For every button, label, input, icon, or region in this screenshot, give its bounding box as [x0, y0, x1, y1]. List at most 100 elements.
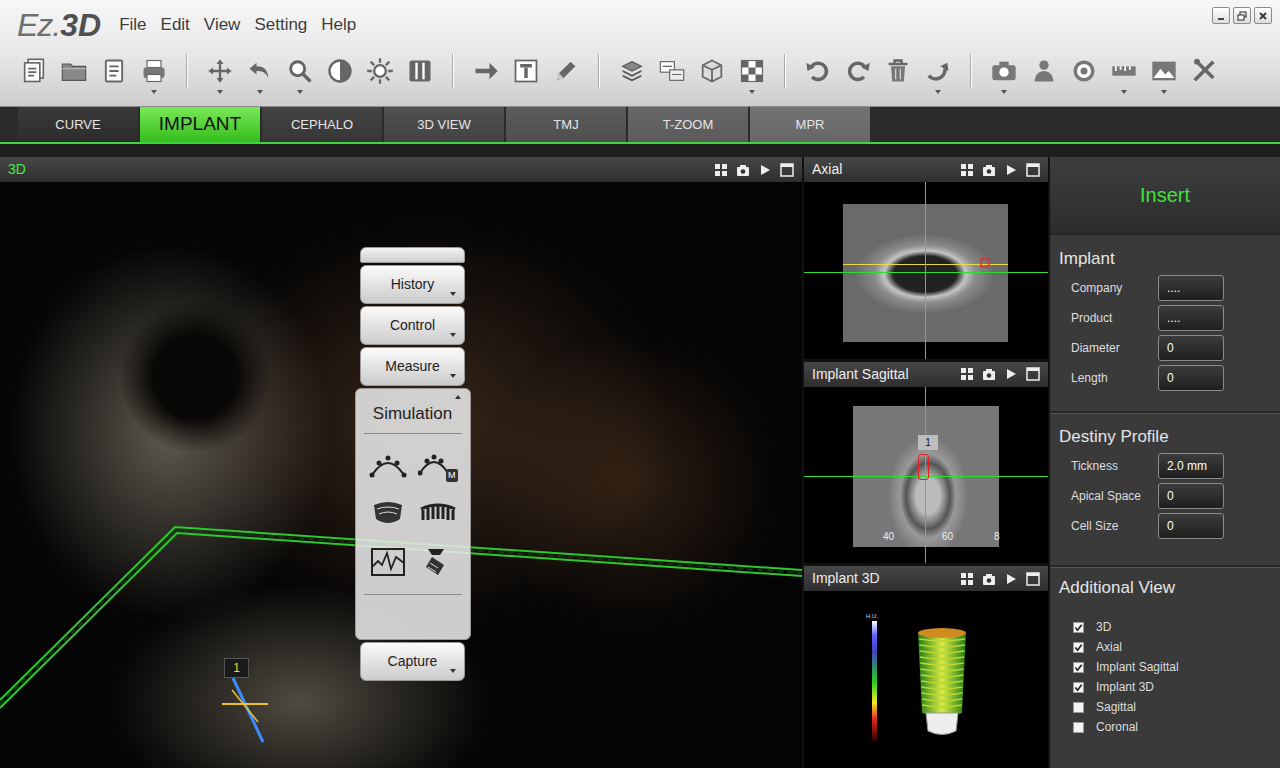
- view-checkbox-row[interactable]: Coronal: [1059, 717, 1271, 737]
- dropdown-arrow-icon[interactable]: [749, 90, 755, 94]
- checkbox[interactable]: [1073, 682, 1084, 693]
- play-icon[interactable]: [1004, 367, 1018, 381]
- layout-icon[interactable]: [960, 367, 974, 381]
- checkbox[interactable]: [1073, 642, 1084, 653]
- volume-render[interactable]: 1HistoryControlMeasureSimulationMCapture: [0, 182, 802, 768]
- tool-group-button[interactable]: History: [360, 265, 465, 304]
- toolbar-button[interactable]: [404, 55, 436, 87]
- view-tab[interactable]: CURVE: [18, 107, 138, 142]
- property-field[interactable]: ....: [1158, 305, 1224, 331]
- camera-icon[interactable]: [982, 367, 996, 381]
- toolbar-button[interactable]: [922, 55, 954, 87]
- toolbar-button[interactable]: [1108, 55, 1140, 87]
- toolbar-button[interactable]: [244, 55, 276, 87]
- toolbar-button[interactable]: [1188, 55, 1220, 87]
- view-tab[interactable]: IMPLANT: [140, 107, 260, 142]
- implant-label[interactable]: 1: [918, 435, 938, 450]
- menu-item[interactable]: Edit: [161, 12, 190, 38]
- layout-icon[interactable]: [714, 163, 728, 177]
- toolbar-button[interactable]: [98, 55, 130, 87]
- property-field[interactable]: 2.0 mm: [1158, 453, 1224, 479]
- toolbar-button[interactable]: [736, 55, 768, 87]
- property-field[interactable]: ....: [1158, 275, 1224, 301]
- toolbar-button[interactable]: [802, 55, 834, 87]
- checkbox[interactable]: [1073, 702, 1084, 713]
- toolbar-button[interactable]: [1028, 55, 1060, 87]
- view-checkbox-row[interactable]: Sagittal: [1059, 697, 1271, 717]
- toolbar-button[interactable]: [510, 55, 542, 87]
- view-checkbox-row[interactable]: Implant 3D: [1059, 677, 1271, 697]
- simulation-tool[interactable]: M: [416, 446, 460, 484]
- dropdown-arrow-icon[interactable]: [297, 90, 303, 94]
- play-icon[interactable]: [1004, 572, 1018, 586]
- checkbox[interactable]: [1073, 722, 1084, 733]
- sagittal-image[interactable]: 406081: [804, 387, 1048, 564]
- implant-3d-render[interactable]: H.U.: [804, 591, 1048, 768]
- menu-item[interactable]: Setting: [254, 12, 307, 38]
- collapse-arrow-icon[interactable]: [455, 395, 461, 399]
- maximize-icon[interactable]: [780, 163, 794, 177]
- property-field[interactable]: 0: [1158, 335, 1224, 361]
- dropdown-arrow-icon[interactable]: [1001, 90, 1007, 94]
- camera-icon[interactable]: [982, 572, 996, 586]
- dropdown-arrow-icon[interactable]: [151, 90, 157, 94]
- toolbar-button[interactable]: [696, 55, 728, 87]
- restore-button[interactable]: [1233, 7, 1251, 24]
- menu-item[interactable]: Help: [321, 12, 356, 38]
- toolbar-button[interactable]: [616, 55, 648, 87]
- layout-icon[interactable]: [960, 163, 974, 177]
- toolbar-button[interactable]: [470, 55, 502, 87]
- simulation-tool[interactable]: [416, 494, 460, 532]
- maximize-icon[interactable]: [1026, 572, 1040, 586]
- property-field[interactable]: 0: [1158, 365, 1224, 391]
- toolbar-button[interactable]: [1068, 55, 1100, 87]
- minimize-button[interactable]: [1212, 7, 1230, 24]
- axial-image[interactable]: [804, 182, 1048, 359]
- view-tab[interactable]: MPR: [750, 107, 870, 142]
- menu-handle[interactable]: [360, 247, 465, 263]
- toolbar-button[interactable]: [58, 55, 90, 87]
- view-checkbox-row[interactable]: 3D: [1059, 617, 1271, 637]
- dropdown-arrow-icon[interactable]: [257, 90, 263, 94]
- view-checkbox-row[interactable]: Implant Sagittal: [1059, 657, 1271, 677]
- close-button[interactable]: [1254, 7, 1272, 24]
- maximize-icon[interactable]: [1026, 163, 1040, 177]
- menu-item[interactable]: View: [204, 12, 241, 38]
- toolbar-button[interactable]: [656, 55, 688, 87]
- toolbar-button[interactable]: [324, 55, 356, 87]
- menu-item[interactable]: File: [119, 12, 146, 38]
- simulation-tool[interactable]: [366, 446, 410, 484]
- toolbar-button[interactable]: [18, 55, 50, 87]
- toolbar-button[interactable]: [842, 55, 874, 87]
- property-field[interactable]: 0: [1158, 483, 1224, 509]
- toolbar-button[interactable]: [550, 55, 582, 87]
- checkbox[interactable]: [1073, 662, 1084, 673]
- toolbar-button[interactable]: [204, 55, 236, 87]
- camera-icon[interactable]: [982, 163, 996, 177]
- toolbar-button[interactable]: [284, 55, 316, 87]
- play-icon[interactable]: [758, 163, 772, 177]
- view-tab[interactable]: T-ZOOM: [628, 107, 748, 142]
- toolbar-button[interactable]: [364, 55, 396, 87]
- simulation-tool[interactable]: [366, 494, 410, 532]
- layout-icon[interactable]: [960, 572, 974, 586]
- view-tab[interactable]: CEPHALO: [262, 107, 382, 142]
- dropdown-arrow-icon[interactable]: [1121, 90, 1127, 94]
- dropdown-arrow-icon[interactable]: [935, 90, 941, 94]
- toolbar-button[interactable]: [882, 55, 914, 87]
- simulation-tool[interactable]: [366, 542, 410, 580]
- tool-group-title[interactable]: Simulation: [364, 389, 462, 434]
- play-icon[interactable]: [1004, 163, 1018, 177]
- property-field[interactable]: 0: [1158, 513, 1224, 539]
- tool-group-button[interactable]: Capture: [360, 642, 465, 681]
- toolbar-button[interactable]: [138, 55, 170, 87]
- view-tab[interactable]: 3D VIEW: [384, 107, 504, 142]
- insert-button[interactable]: Insert: [1050, 157, 1280, 235]
- tool-group-button[interactable]: Control: [360, 306, 465, 345]
- toolbar-button[interactable]: [988, 55, 1020, 87]
- maximize-icon[interactable]: [1026, 367, 1040, 381]
- view-tab[interactable]: TMJ: [506, 107, 626, 142]
- toolbar-button[interactable]: [1148, 55, 1180, 87]
- view-checkbox-row[interactable]: Axial: [1059, 637, 1271, 657]
- checkbox[interactable]: [1073, 622, 1084, 633]
